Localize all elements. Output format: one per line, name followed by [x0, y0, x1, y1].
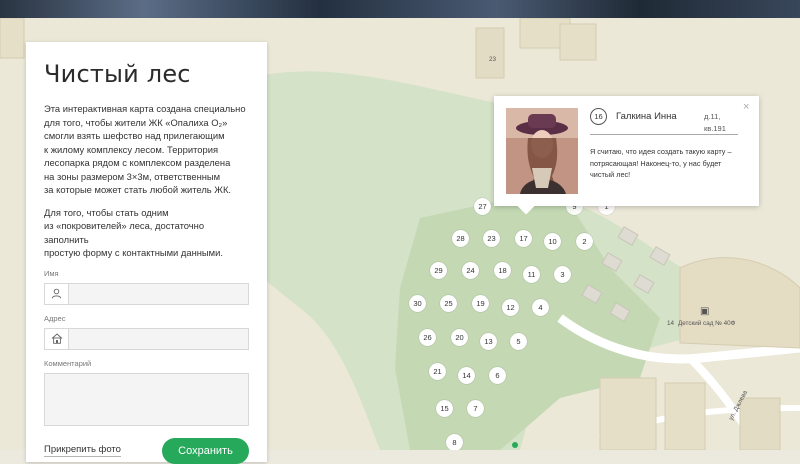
building: [559, 23, 597, 61]
plot-11[interactable]: 11: [523, 266, 540, 283]
plot-14[interactable]: 14: [458, 367, 475, 384]
building: [664, 382, 706, 450]
call-line: из «покровителей» леса, достаточно запол…: [44, 220, 205, 245]
plot-20[interactable]: 20: [451, 329, 468, 346]
close-icon[interactable]: ×: [743, 102, 749, 113]
plot-2[interactable]: 2: [576, 233, 593, 250]
intro-line: смогли взять шефство над прилегающим: [44, 130, 225, 141]
intro-line: Эта интерактивная карта создана специаль…: [44, 103, 246, 114]
plot-25[interactable]: 25: [440, 295, 457, 312]
plot-6[interactable]: 6: [489, 367, 506, 384]
plot-4[interactable]: 4: [532, 299, 549, 316]
user-icon: [45, 283, 69, 304]
name-label: Имя: [44, 268, 59, 278]
intro-line: лесопарка рядом с комплексом разделена: [44, 157, 231, 168]
address-line: кв.191: [704, 123, 726, 133]
plot-27[interactable]: 27: [474, 198, 491, 215]
address-input[interactable]: [69, 328, 248, 349]
attach-photo-link[interactable]: Прикрепить фото: [44, 444, 121, 457]
comment-label: Комментарий: [44, 358, 92, 368]
plot-19[interactable]: 19: [472, 295, 489, 312]
owner-address: д.11, кв.191: [704, 111, 726, 134]
address-label: Адрес: [44, 313, 66, 323]
info-panel: Чистый лес Эта интерактивная карта созда…: [26, 42, 267, 464]
location-marker-icon: [512, 442, 518, 448]
plot-29[interactable]: 29: [430, 262, 447, 279]
building: [599, 377, 657, 450]
popup-plot-number: 16: [590, 108, 607, 125]
plot-7[interactable]: 7: [467, 400, 484, 417]
form-actions: Прикрепить фото Сохранить: [44, 437, 249, 464]
kindergarten-label: Детский сад № 40Ф: [678, 320, 736, 327]
plot-28[interactable]: 28: [452, 230, 469, 247]
owner-name: Галкина Инна: [616, 111, 677, 122]
home-icon: [45, 328, 69, 349]
plot-15[interactable]: 15: [436, 400, 453, 417]
plot-26[interactable]: 26: [419, 329, 436, 346]
address-line: д.11,: [704, 112, 721, 121]
owner-quote: Я считаю, что идея создать такую карту –…: [590, 147, 732, 179]
address-field-row: [44, 327, 249, 350]
plot-24[interactable]: 24: [462, 262, 479, 279]
building: [739, 397, 781, 450]
owner-photo: [506, 108, 578, 194]
plot-17[interactable]: 17: [515, 230, 532, 247]
building: [0, 18, 25, 59]
plot-owner-popup: 16 Галкина Инна д.11, кв.191 Я считаю, ч…: [494, 96, 759, 206]
call-to-action-text: Для того, чтобы стать одним из «покровит…: [44, 206, 249, 260]
intro-line: к жилому комплексу лесом. Территория: [44, 143, 219, 155]
plot-12[interactable]: 12: [502, 299, 519, 316]
top-photo-strip: [0, 0, 800, 18]
divider: [590, 134, 738, 135]
kindergarten-icon: ▣: [700, 306, 710, 317]
plot-18[interactable]: 18: [494, 262, 511, 279]
plot-8[interactable]: 8: [446, 434, 463, 450]
intro-line: за которые может стать любой житель ЖК.: [44, 184, 232, 195]
plot-10[interactable]: 10: [544, 233, 561, 250]
plot-21[interactable]: 21: [429, 363, 446, 380]
plot-13[interactable]: 13: [480, 333, 497, 350]
name-input[interactable]: [69, 283, 248, 304]
save-button[interactable]: Сохранить: [162, 437, 249, 464]
intro-line: для того, чтобы жители ЖК «Опалиха O₂»: [44, 116, 228, 128]
plot-30[interactable]: 30: [409, 295, 426, 312]
intro-line: на зоны размером 3×3м, ответственным: [44, 170, 221, 182]
building-23: [475, 27, 505, 79]
intro-text: Эта интерактивная карта создана специаль…: [44, 102, 249, 197]
plot-3[interactable]: 3: [554, 266, 571, 283]
building-number-14: 14: [667, 320, 675, 327]
page-title: Чистый лес: [44, 60, 191, 88]
plot-23[interactable]: 23: [483, 230, 500, 247]
name-field-row: [44, 282, 249, 305]
plot-5[interactable]: 5: [510, 333, 527, 350]
call-line: Для того, чтобы стать одним: [44, 206, 169, 218]
call-line: простую форму с контактными данными.: [44, 247, 223, 258]
comment-textarea[interactable]: [44, 372, 249, 426]
building-number-23: 23: [489, 56, 497, 63]
